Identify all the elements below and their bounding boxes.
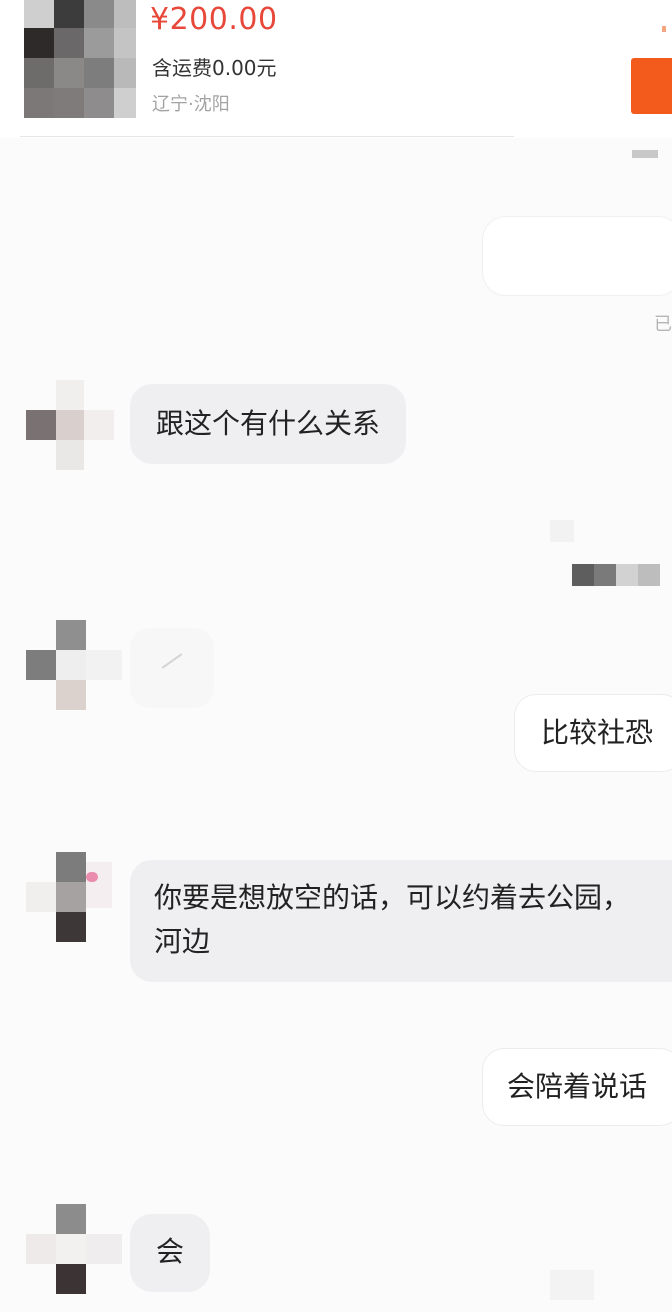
avatar-icon[interactable] [26,620,122,710]
outgoing-bubble-hidden[interactable] [482,216,672,296]
read-receipt-top [632,146,672,160]
timestamp-redacted-faint [550,520,574,542]
message-bubble-incoming[interactable]: 你要是想放空的话，可以约着去公园，河边 [130,860,672,982]
buy-button[interactable] [631,58,672,114]
seller-location: 辽宁·沈阳 [152,94,230,115]
avatar-icon[interactable] [26,852,112,942]
avatar-sticker-heart-icon [86,872,98,882]
product-card[interactable]: ¥200.00 含运费0.00元 辽宁·沈阳 [0,0,672,138]
product-thumbnail[interactable] [24,0,136,118]
message-bubble-outgoing[interactable]: 会陪着说话 [482,1048,672,1126]
timestamp-redacted [572,564,660,586]
sticker-message[interactable] [130,628,214,708]
message-bubble-incoming[interactable]: 跟这个有什么关系 [130,384,407,464]
avatar-icon[interactable] [26,380,114,470]
message-bubble-outgoing[interactable]: 比较社恐 [514,694,672,772]
buy-button-indicator [662,26,666,32]
sticker-placeholder-icon [161,653,183,669]
timestamp-redacted-faint [550,1270,594,1300]
message-bubble-incoming[interactable]: 会 [130,1214,211,1292]
header-divider [20,136,514,137]
read-receipt: 已 [654,314,672,335]
shipping-fee: 含运费0.00元 [152,56,277,80]
product-price: ¥200.00 [150,2,278,37]
avatar-icon[interactable] [26,1204,122,1294]
